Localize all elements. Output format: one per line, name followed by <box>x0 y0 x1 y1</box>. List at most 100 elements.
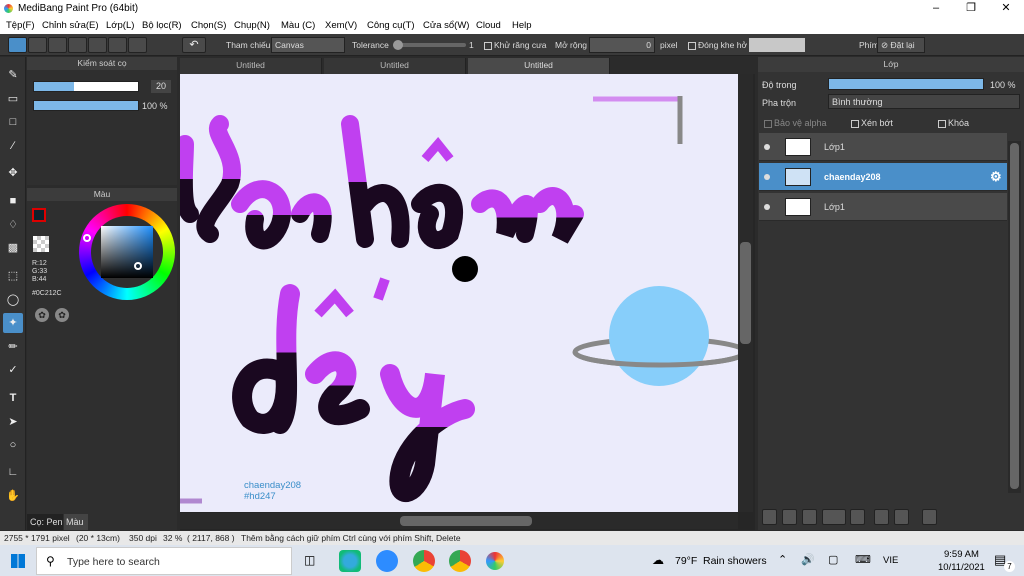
brush-tool-icon[interactable]: ✎ <box>3 65 23 85</box>
minimize-button[interactable]: – <box>919 0 953 17</box>
menu-edit[interactable]: Chỉnh sửa(E) <box>42 20 99 31</box>
lasso-tool-icon[interactable]: ◯ <box>3 290 23 310</box>
menu-file[interactable]: Tệp(F) <box>6 20 35 31</box>
zoom-icon[interactable] <box>376 550 398 572</box>
medibang-icon[interactable] <box>486 552 504 570</box>
bucket-tool-icon[interactable]: ♢ <box>3 215 23 235</box>
doc-tab-3[interactable]: Untitled <box>468 58 610 74</box>
doc-tab-2[interactable]: Untitled <box>324 58 466 74</box>
hand-tool-icon[interactable]: ✋ <box>3 486 23 506</box>
document-icon[interactable] <box>88 37 107 53</box>
transparent-swatch[interactable] <box>33 236 49 252</box>
saturation-square[interactable] <box>101 226 153 278</box>
clock-date[interactable]: 10/11/2021 <box>938 562 985 573</box>
vertical-scrollbar[interactable] <box>738 74 753 512</box>
layers-scrollbar[interactable] <box>1008 141 1021 493</box>
chrome-icon[interactable] <box>413 550 435 572</box>
blur-tool-icon[interactable]: ○ <box>3 435 23 455</box>
reset-button[interactable]: ⊘ Đặt lại <box>877 37 925 53</box>
layers-scroll-thumb[interactable] <box>1010 143 1019 489</box>
tab-brush[interactable]: Cọ: Pen <box>27 514 63 530</box>
layer-visibility-icon[interactable] <box>764 204 770 210</box>
volume-icon[interactable]: 🔊 <box>801 553 815 566</box>
clock-time[interactable]: 9:59 AM <box>944 549 979 560</box>
vertical-scroll-thumb[interactable] <box>740 242 751 344</box>
color-picker-handle[interactable] <box>134 262 142 270</box>
menu-filter[interactable]: Bộ lọc(R) <box>142 20 182 31</box>
keyboard-icon[interactable]: ⌨ <box>855 553 871 566</box>
antialias-checkbox[interactable]: Khử răng cưa <box>484 40 547 50</box>
menu-window[interactable]: Cửa sổ(W) <box>423 20 469 31</box>
reference-select[interactable]: Canvas <box>271 37 345 53</box>
network-icon[interactable]: ▢ <box>828 553 838 566</box>
weather-desc[interactable]: Rain showers <box>703 555 767 567</box>
lock-checkbox[interactable]: Khóa <box>938 118 969 128</box>
tolerance-slider[interactable] <box>393 40 466 50</box>
layer-row[interactable]: Lớp1 <box>759 193 1007 221</box>
expand-input[interactable]: 0 <box>589 37 655 53</box>
gradient-tool-icon[interactable]: ▩ <box>3 238 23 258</box>
palette-icon[interactable]: ✿ <box>35 308 49 322</box>
layer-opacity-slider[interactable] <box>828 78 984 90</box>
eraser-tool-icon[interactable]: ▭ <box>3 89 23 109</box>
taskbar-search[interactable]: ⚲ Type here to search <box>36 547 292 575</box>
horizontal-scrollbar[interactable] <box>180 513 738 529</box>
select-rect-tool-icon[interactable]: ⬚ <box>3 266 23 286</box>
new-8bit-layer-icon[interactable] <box>802 509 817 525</box>
new-layer-icon[interactable] <box>762 509 777 525</box>
menu-help[interactable]: Help <box>512 20 532 31</box>
layer-row-selected[interactable]: chaenday208 ⚙ <box>759 163 1007 191</box>
eyedropper-tool-icon[interactable]: ∟ <box>3 462 23 482</box>
tab-color[interactable]: Màu <box>64 514 88 530</box>
language-indicator[interactable]: VIE <box>883 555 898 566</box>
color-wheel[interactable] <box>79 204 175 300</box>
folder-icon[interactable] <box>850 509 865 525</box>
move-tool-icon[interactable]: ✥ <box>3 163 23 183</box>
undo-button[interactable]: ↶ <box>182 37 206 53</box>
maximize-button[interactable]: ❐ <box>954 0 988 17</box>
protect-alpha-checkbox[interactable]: Bảo vệ alpha <box>764 118 827 128</box>
foreground-color-swatch[interactable] <box>32 208 46 222</box>
share-icon[interactable] <box>28 37 47 53</box>
new-halftone-layer-icon[interactable] <box>782 509 797 525</box>
magic-wand-tool-icon[interactable]: ✦ <box>3 313 23 333</box>
brush-opacity-slider[interactable] <box>33 100 139 111</box>
duplicate-layer-icon[interactable] <box>874 509 889 525</box>
select-eraser-tool-icon[interactable]: ✓ <box>3 360 23 380</box>
menu-color[interactable]: Màu (C) <box>281 20 315 31</box>
pen-tool-icon[interactable]: ∕ <box>3 136 23 156</box>
merge-layer-icon[interactable] <box>894 509 909 525</box>
close-gap-checkbox[interactable]: Đóng khe hở <box>688 40 747 50</box>
operation-tool-icon[interactable]: ➤ <box>3 412 23 432</box>
trash-icon[interactable] <box>922 509 937 525</box>
close-button[interactable]: ✕ <box>989 0 1023 17</box>
layer-visibility-icon[interactable] <box>764 144 770 150</box>
hue-handle[interactable] <box>83 234 91 242</box>
brush-size-slider[interactable] <box>33 81 139 92</box>
chrome-icon-2[interactable] <box>449 550 471 572</box>
weather-temp[interactable]: 79°F <box>675 555 697 567</box>
edge-icon[interactable] <box>339 550 361 572</box>
tolerance-slider-handle[interactable] <box>393 40 403 50</box>
horizontal-scroll-thumb[interactable] <box>400 516 532 526</box>
windows-start-icon[interactable] <box>11 554 25 568</box>
task-view-icon[interactable]: ◫ <box>304 553 315 567</box>
add-layer-dropdown-icon[interactable] <box>822 509 846 525</box>
doc-tab-1[interactable]: Untitled <box>180 58 322 74</box>
menu-view[interactable]: Xem(V) <box>325 20 357 31</box>
comment-icon[interactable] <box>68 37 87 53</box>
layer-settings-gear-icon[interactable]: ⚙ <box>990 163 1002 191</box>
drawing-canvas[interactable]: chaenday208 #hd247 <box>180 74 738 512</box>
layer-visibility-icon[interactable] <box>764 174 770 180</box>
menu-select[interactable]: Chọn(S) <box>191 20 226 31</box>
menu-layer[interactable]: Lớp(L) <box>106 20 134 31</box>
select-pen-tool-icon[interactable]: ✏ <box>3 337 23 357</box>
layer-row[interactable]: Lớp1 <box>759 133 1007 161</box>
chat-icon[interactable] <box>48 37 67 53</box>
rect-tool-icon[interactable]: □ <box>3 112 23 132</box>
cloud-icon[interactable] <box>8 37 27 53</box>
menu-cloud[interactable]: Cloud <box>476 20 501 31</box>
palette-add-icon[interactable]: ✿ <box>55 308 69 322</box>
grid-icon[interactable] <box>108 37 127 53</box>
tile-icon[interactable] <box>128 37 147 53</box>
